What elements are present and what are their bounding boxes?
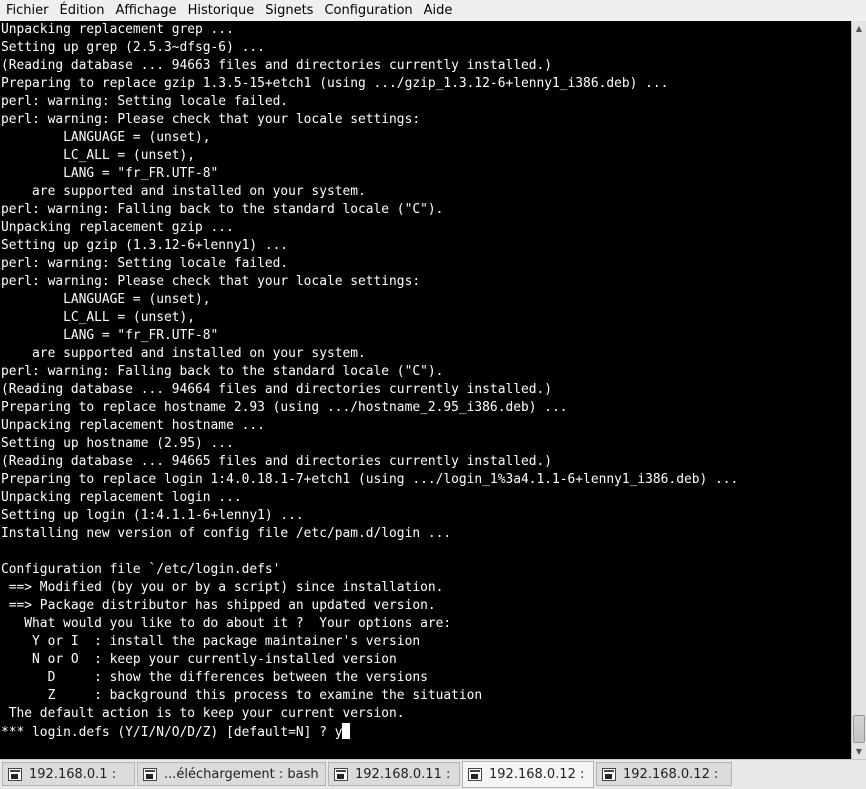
terminal-line: LC_ALL = (unset), [1, 310, 196, 325]
text-cursor [342, 723, 351, 739]
terminal-line: Setting up hostname (2.95) ... [1, 436, 234, 451]
terminal-line: Y or I : install the package maintainer'… [1, 634, 421, 649]
menu-edition[interactable]: Édition [54, 0, 110, 21]
menu-historique[interactable]: Historique [182, 0, 260, 21]
terminal-line: What would you like to do about it ? You… [1, 616, 452, 631]
terminal-line: perl: warning: Falling back to the stand… [1, 364, 444, 379]
tab-label: 192.168.0.1 : [29, 766, 117, 782]
terminal-line: LANGUAGE = (unset), [1, 292, 211, 307]
session-tab[interactable]: ...éléchargement : bash [137, 762, 326, 786]
terminal-line: Unpacking replacement grep ... [1, 22, 234, 37]
session-tab-active[interactable]: 192.168.0.12 : [462, 761, 594, 788]
tab-label: ...éléchargement : bash [164, 766, 319, 782]
terminal-line: perl: warning: Setting locale failed. [1, 94, 289, 109]
terminal-line: are supported and installed on your syst… [1, 346, 366, 361]
terminal-line: perl: warning: Setting locale failed. [1, 256, 289, 271]
menu-affichage[interactable]: Affichage [109, 0, 181, 21]
terminal-icon [334, 767, 348, 781]
terminal-line: Unpacking replacement login ... [1, 490, 242, 505]
scroll-down-arrow-icon[interactable]: ▼ [852, 744, 866, 759]
menu-fichier[interactable]: Fichier [0, 0, 54, 21]
menu-signets[interactable]: Signets [259, 0, 318, 21]
terminal-line: Preparing to replace hostname 2.93 (usin… [1, 400, 568, 415]
scroll-up-arrow-icon[interactable]: ▲ [852, 21, 866, 36]
terminal-line: The default action is to keep your curre… [1, 706, 405, 721]
terminal-prompt-line[interactable]: *** login.defs (Y/I/N/O/D/Z) [default=N]… [0, 723, 851, 741]
terminal-line: LANG = "fr_FR.UTF-8" [1, 328, 219, 343]
terminal-line: (Reading database ... 94663 files and di… [1, 58, 553, 73]
terminal-icon [143, 767, 157, 781]
session-tab[interactable]: 192.168.0.12 : [596, 762, 732, 786]
tab-label: 192.168.0.12 : [623, 766, 719, 782]
session-tab[interactable]: 192.168.0.11 : [328, 762, 460, 786]
terminal-line: (Reading database ... 94664 files and di… [1, 382, 553, 397]
tab-label: 192.168.0.11 : [355, 766, 451, 782]
terminal-line: LANG = "fr_FR.UTF-8" [1, 166, 219, 181]
terminal-output[interactable]: Unpacking replacement grep ... Setting u… [0, 21, 851, 759]
session-tab-bar: 192.168.0.1 : ...éléchargement : bash 19… [0, 759, 866, 789]
terminal-line: Setting up gzip (1.3.12-6+lenny1) ... [1, 238, 289, 253]
terminal-icon [468, 768, 482, 781]
terminal-line: N or O : keep your currently-installed v… [1, 652, 397, 667]
terminal-line: ==> Modified (by you or by a script) sin… [1, 580, 444, 595]
session-tab[interactable]: 192.168.0.1 : [2, 762, 135, 786]
terminal-line: Setting up login (1:4.1.1-6+lenny1) ... [1, 508, 304, 523]
terminal-line: Preparing to replace login 1:4.0.18.1-7+… [1, 472, 739, 487]
menu-bar: Fichier Édition Affichage Historique Sig… [0, 0, 866, 21]
terminal-line: D : show the differences between the ver… [1, 670, 428, 685]
terminal-icon [8, 767, 22, 781]
menu-aide[interactable]: Aide [418, 0, 458, 21]
terminal-line: Setting up grep (2.5.3~dfsg-6) ... [1, 40, 265, 55]
terminal-line: perl: warning: Please check that your lo… [1, 274, 421, 289]
scrollbar-thumb[interactable] [853, 715, 865, 743]
terminal-line: Installing new version of config file /e… [1, 526, 452, 541]
terminal-line: Unpacking replacement hostname ... [1, 418, 265, 433]
terminal-line: Z : background this process to examine t… [1, 688, 483, 703]
terminal-line: ==> Package distributor has shipped an u… [1, 598, 436, 613]
terminal-line: (Reading database ... 94665 files and di… [1, 454, 553, 469]
terminal-line: Preparing to replace gzip 1.3.5-15+etch1… [1, 76, 669, 91]
terminal-line: are supported and installed on your syst… [1, 184, 366, 199]
terminal-line: LANGUAGE = (unset), [1, 130, 211, 145]
terminal-icon [602, 767, 616, 781]
terminal-line: perl: warning: Please check that your lo… [1, 112, 421, 127]
terminal-line: Configuration file `/etc/login.defs' [1, 562, 281, 577]
terminal-line: LC_ALL = (unset), [1, 148, 196, 163]
menu-configuration[interactable]: Configuration [318, 0, 417, 21]
terminal-prompt: *** login.defs (Y/I/N/O/D/Z) [default=N]… [1, 725, 343, 740]
terminal-scrollbar[interactable]: ▲ ▼ [851, 21, 866, 759]
terminal-line: perl: warning: Falling back to the stand… [1, 202, 444, 217]
terminal-line: Unpacking replacement gzip ... [1, 220, 234, 235]
tab-label: 192.168.0.12 : [489, 767, 585, 782]
